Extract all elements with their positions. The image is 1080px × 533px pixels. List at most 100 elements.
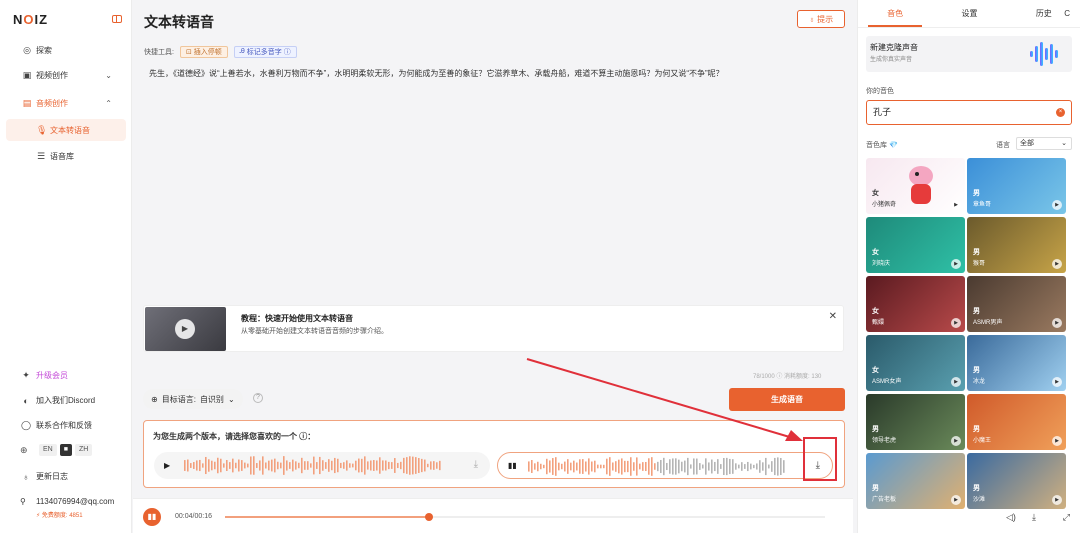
play-icon[interactable]: ▶ [1052,259,1062,269]
voice-avatar [909,166,933,204]
waveform-bar [600,464,602,469]
hint-button[interactable]: ♁ 提示 [797,10,845,28]
clone-voice-card[interactable]: 新建克隆声音 生成你真实声音 [866,36,1072,72]
waveform-bar [726,457,728,476]
waveform-bar [537,461,539,472]
waveform-bar [208,459,210,472]
close-icon[interactable]: ✕ [829,311,837,322]
insert-pause-button[interactable]: ⊡ 插入停顿 [179,46,228,58]
language-select[interactable]: 全部 ⌄ [1016,137,1072,150]
sidebar-collapse-icon[interactable] [112,15,122,23]
waveform-bar [433,461,435,470]
help-icon[interactable]: ? [253,393,263,403]
voice-card[interactable]: 女小猪佩奇 ▶ [866,158,965,214]
play-icon[interactable]: ▶ [164,461,170,470]
waveform-bar [367,461,369,470]
lang-en-toggle[interactable]: EN [39,444,57,456]
waveform-bar [762,462,764,471]
waveform-bar [708,462,710,471]
library-header: 音色库 💎 语言 全部 ⌄ [866,137,1072,150]
audio-player-version-2[interactable]: ▮▮ ⤓ [497,452,833,479]
audio-player-version-1[interactable]: ▶ ⤓ [154,452,490,479]
play-icon[interactable]: ▶ [951,377,961,387]
voice-card[interactable]: 男 ASMR男声 ▶ [967,276,1066,332]
play-icon[interactable]: ▶ [1052,377,1062,387]
waveform-bar [780,457,782,476]
play-icon[interactable]: ▶ [1052,318,1062,328]
waveform-bar [238,459,240,472]
sidebar-item-tts[interactable]: 🎙 文本转语音 [6,119,126,141]
waveform-bar [765,457,767,476]
play-icon[interactable]: ▶ [951,318,961,328]
refresh-icon[interactable]: C [1064,9,1070,18]
waveform-bar [528,461,530,472]
voice-card[interactable]: 女 ASMR女声 ▶ [866,335,965,391]
your-voice-label: 你的音色 [866,88,894,95]
waveform-bar [349,463,351,468]
mark-polyphone-button[interactable]: Ꭿ 标记多音字 ⓘ [233,46,297,58]
tab-settings[interactable]: 设置 [932,0,1006,27]
playback-knob[interactable] [425,513,433,521]
user-account[interactable]: ⚲ 1134076994@qq.com [20,497,114,506]
voice-card[interactable]: 男领导老虎 ▶ [866,394,965,450]
sidebar-item-audio[interactable]: ▤ 音频创作 ⌃ [6,92,126,114]
waveform-bar [412,456,414,475]
your-voice-field[interactable]: 孔子 × [866,100,1072,125]
waveform-bar [355,460,357,471]
play-icon[interactable]: ▶ [1052,200,1062,210]
lang-zh-toggle[interactable]: ZH [74,444,93,456]
waveform-version-1[interactable] [184,455,444,476]
clear-icon[interactable]: × [1056,108,1065,117]
play-icon[interactable]: ▶ [951,495,961,505]
voice-card[interactable]: 男小魔王 ▶ [967,394,1066,450]
upgrade-link[interactable]: ✦ 升级会员 [20,370,68,381]
play-icon[interactable]: ▶ [951,436,961,446]
voice-card[interactable]: 男猴哥 ▶ [967,217,1066,273]
voice-card[interactable]: 女刘晓庆 ▶ [866,217,965,273]
sidebar-item-video[interactable]: ▣ 视频创作 ⌄ [6,64,126,86]
voice-card[interactable]: 男广告老板 ▶ [866,453,965,509]
playback-progress [225,516,429,518]
play-icon[interactable]: ▶ [951,200,961,210]
download-icon[interactable]: ⤓ [474,459,478,470]
play-icon[interactable]: ▶ [951,259,961,269]
waveform-bar [576,462,578,471]
waveform-bar [400,461,402,470]
target-language-select[interactable]: ⊕ 目标语言: 自识别 ⌄ [143,389,243,409]
waveform-bar [196,460,198,471]
discord-link[interactable]: ◐ 加入我们Discord [20,395,95,406]
waveform-bar [403,457,405,474]
equalizer-icon[interactable]: ▮▮ [508,461,517,470]
chevron-up-icon: ⌃ [105,98,112,108]
waveform-version-2[interactable] [528,456,788,477]
video-icon: ▣ [22,70,32,80]
tts-text-input[interactable]: 先生，《道德经》说“上善若水，水善利万物而不争”，水明明柔软无形，为何能成为至善… [149,68,839,80]
voice-card[interactable]: 女甄嬛 ▶ [866,276,965,332]
expand-icon[interactable]: ⤢ [1063,512,1070,523]
waveform-bar [714,461,716,472]
chevron-down-icon: ⌄ [227,394,235,404]
sidebar-item-explore[interactable]: ◎ 探索 [6,39,126,61]
changelog-link[interactable]: ♁ 更新日志 [20,471,68,482]
waveform-bar [301,457,303,474]
tutorial-card[interactable]: ▶ 教程：快速开始使用文本转语音 从零基础开始创建文本转语音音频的步骤介绍。 ✕ [143,305,844,352]
logo[interactable]: NOIZ [13,12,48,27]
sidebar-item-voice-library[interactable]: ☰ 语音库 [6,145,126,167]
voice-card[interactable]: 男章鱼哥 ▶ [967,158,1066,214]
waveform-bar [211,460,213,471]
waveform-bar [421,458,423,473]
voice-card[interactable]: 男沙滩 ▶ [967,453,1066,509]
download-icon[interactable]: ⤓ [1032,512,1036,523]
contact-link[interactable]: ◯ 联系合作和反馈 [20,420,92,431]
play-icon[interactable]: ▶ [1052,495,1062,505]
tutorial-thumbnail[interactable]: ▶ [145,307,226,351]
tab-voice[interactable]: 音色 [858,0,932,27]
equalizer-icon[interactable]: ▮▮ [143,508,161,526]
waveform-bar [199,459,201,472]
lang-zh-toggle-icon[interactable]: ■ [59,444,72,456]
voice-card[interactable]: 男冰龙 ▶ [967,335,1066,391]
playback-track[interactable] [225,513,825,521]
waveform-bar [259,460,261,471]
play-icon[interactable]: ▶ [1052,436,1062,446]
volume-icon[interactable]: ◁) [1006,512,1016,523]
